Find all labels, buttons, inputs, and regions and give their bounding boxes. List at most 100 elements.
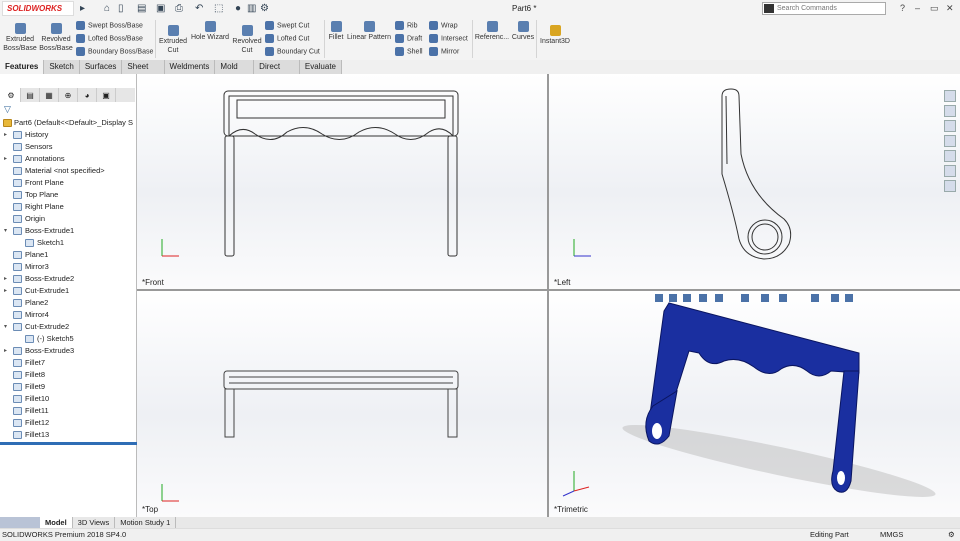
curves-button[interactable]: Curves <box>511 21 535 42</box>
tree-item[interactable]: Mirror4 <box>0 309 137 321</box>
reference-geometry-button[interactable]: Referenc... <box>474 21 510 42</box>
tab-model[interactable]: Model <box>40 517 73 528</box>
file-properties-icon[interactable]: ▥ <box>247 3 256 14</box>
intersect-button[interactable]: Intersect <box>429 34 468 43</box>
expand-menu-icon[interactable]: ▸ <box>80 3 85 14</box>
tree-item[interactable]: Mirror3 <box>0 261 137 273</box>
tree-item[interactable]: Fillet8 <box>0 369 137 381</box>
minimize-icon[interactable]: – <box>915 3 920 13</box>
linear-pattern-button[interactable]: Linear Pattern <box>346 21 392 42</box>
top-view[interactable]: *Top <box>137 291 547 517</box>
tree-root[interactable]: Part6 (Default<<Default>_Display S <box>0 117 137 129</box>
tree-item[interactable]: Top Plane <box>0 189 137 201</box>
forum-icon[interactable] <box>944 180 956 192</box>
expand-arrow-icon[interactable]: ▸ <box>4 273 7 285</box>
tree-item[interactable]: Sensors <box>0 141 137 153</box>
dimxpert-tab-icon[interactable]: ⊕ <box>59 88 78 102</box>
tab-weldments[interactable]: Weldments <box>164 60 216 74</box>
tree-item[interactable]: Sketch1 <box>0 237 137 249</box>
configuration-manager-tab-icon[interactable]: ▦ <box>40 88 59 102</box>
feature-manager-tab-icon[interactable]: ⚙ <box>2 88 21 102</box>
hole-wizard-button[interactable]: Hole Wizard <box>190 21 230 42</box>
tree-item[interactable]: ▸ Annotations <box>0 153 137 165</box>
tree-item[interactable]: Plane2 <box>0 297 137 309</box>
tree-item[interactable]: Front Plane <box>0 177 137 189</box>
expand-arrow-icon[interactable]: ▸ <box>4 153 7 165</box>
options-icon[interactable]: ⚙ <box>260 3 269 14</box>
help-icon[interactable]: ? <box>900 3 905 13</box>
extruded-boss-button[interactable]: Extruded Boss/Base <box>3 23 37 53</box>
tree-item[interactable]: Fillet10 <box>0 393 137 405</box>
search-commands-input[interactable]: Search Commands <box>762 2 886 15</box>
tree-item[interactable]: Origin <box>0 213 137 225</box>
swept-cut-button[interactable]: Swept Cut <box>265 21 309 30</box>
property-manager-tab-icon[interactable]: ▤ <box>21 88 40 102</box>
tab-sheet-metal[interactable]: Sheet Metal <box>122 60 165 85</box>
rollback-bar[interactable] <box>0 442 137 445</box>
viewport-horizontal-splitter[interactable] <box>137 289 960 291</box>
expand-arrow-icon[interactable]: ▸ <box>4 129 7 141</box>
tab-3d-views[interactable]: 3D Views <box>73 517 116 528</box>
filter-icon[interactable]: ▽ <box>4 104 11 115</box>
boundary-boss-button[interactable]: Boundary Boss/Base <box>76 47 153 56</box>
expand-arrow-icon[interactable]: ▾ <box>4 225 7 237</box>
home-icon[interactable]: ⌂ <box>104 3 110 14</box>
tree-item[interactable]: Fillet13 <box>0 429 137 441</box>
resources-icon[interactable] <box>944 90 956 102</box>
display-manager-tab-icon[interactable]: ◕ <box>78 88 97 102</box>
rebuild-icon[interactable]: ● <box>235 3 241 14</box>
print-icon[interactable]: ⎙ <box>175 3 183 14</box>
tree-item[interactable]: ▾ Boss-Extrude1 <box>0 225 137 237</box>
expand-arrow-icon[interactable]: ▾ <box>4 321 7 333</box>
maximize-icon[interactable]: ▭ <box>930 3 939 14</box>
tree-item[interactable]: Fillet11 <box>0 405 137 417</box>
draft-button[interactable]: Draft <box>395 34 422 43</box>
extruded-cut-button[interactable]: Extruded Cut <box>157 25 189 55</box>
shell-button[interactable]: Shell <box>395 47 423 56</box>
trimetric-view[interactable]: *Trimetric <box>549 291 960 517</box>
instant3d-button[interactable]: Instant3D <box>538 25 572 46</box>
tree-item[interactable]: ▸ Cut-Extrude1 <box>0 285 137 297</box>
tree-item[interactable]: ▾ Cut-Extrude2 <box>0 321 137 333</box>
save-icon[interactable]: ▣ <box>156 3 165 14</box>
heads-up-view-toolbar[interactable] <box>655 294 853 302</box>
tab-sketch[interactable]: Sketch <box>44 60 80 74</box>
tree-item[interactable]: Material <not specified> <box>0 165 137 177</box>
tree-item[interactable]: ▸ Boss-Extrude3 <box>0 345 137 357</box>
tab-surfaces[interactable]: Surfaces <box>79 60 123 74</box>
lofted-boss-button[interactable]: Lofted Boss/Base <box>76 34 143 43</box>
tab-scroll-buttons[interactable] <box>0 517 40 528</box>
rib-button[interactable]: Rib <box>395 21 418 30</box>
tree-item[interactable]: Plane1 <box>0 249 137 261</box>
expand-arrow-icon[interactable]: ▸ <box>4 345 7 357</box>
revolved-cut-button[interactable]: Revolved Cut <box>231 25 263 55</box>
front-view[interactable]: *Front <box>137 74 547 289</box>
cam-tab-icon[interactable]: ▣ <box>97 88 116 102</box>
left-view[interactable]: *Left <box>549 74 960 289</box>
tab-mold-tools[interactable]: Mold Tools <box>215 60 255 85</box>
expand-arrow-icon[interactable]: ▸ <box>4 285 7 297</box>
tree-item[interactable]: Fillet12 <box>0 417 137 429</box>
tree-item[interactable]: Fillet9 <box>0 381 137 393</box>
select-icon[interactable]: ⬚ <box>214 3 223 14</box>
tree-item[interactable]: ▸ History <box>0 129 137 141</box>
file-explorer-icon[interactable] <box>944 120 956 132</box>
tree-item[interactable]: (-) Sketch5 <box>0 333 137 345</box>
undo-icon[interactable]: ↶ <box>195 3 203 14</box>
rebuild-status-icon[interactable]: ⚙ <box>948 529 955 541</box>
units-selector[interactable]: MMGS <box>880 529 903 541</box>
close-icon[interactable]: ✕ <box>946 3 954 14</box>
new-icon[interactable]: ▯ <box>118 3 124 14</box>
tab-features[interactable]: Features <box>0 60 45 74</box>
appearances-icon[interactable] <box>944 150 956 162</box>
boundary-cut-button[interactable]: Boundary Cut <box>265 47 320 56</box>
tree-item[interactable]: Right Plane <box>0 201 137 213</box>
design-library-icon[interactable] <box>944 105 956 117</box>
tab-direct-editing[interactable]: Direct Editing <box>254 60 300 85</box>
wrap-button[interactable]: Wrap <box>429 21 458 30</box>
custom-properties-icon[interactable] <box>944 165 956 177</box>
tab-evaluate[interactable]: Evaluate <box>299 60 342 74</box>
fillet-button[interactable]: Fillet <box>326 21 346 42</box>
open-icon[interactable]: ▤ <box>137 3 146 14</box>
mirror-button[interactable]: Mirror <box>429 47 459 56</box>
